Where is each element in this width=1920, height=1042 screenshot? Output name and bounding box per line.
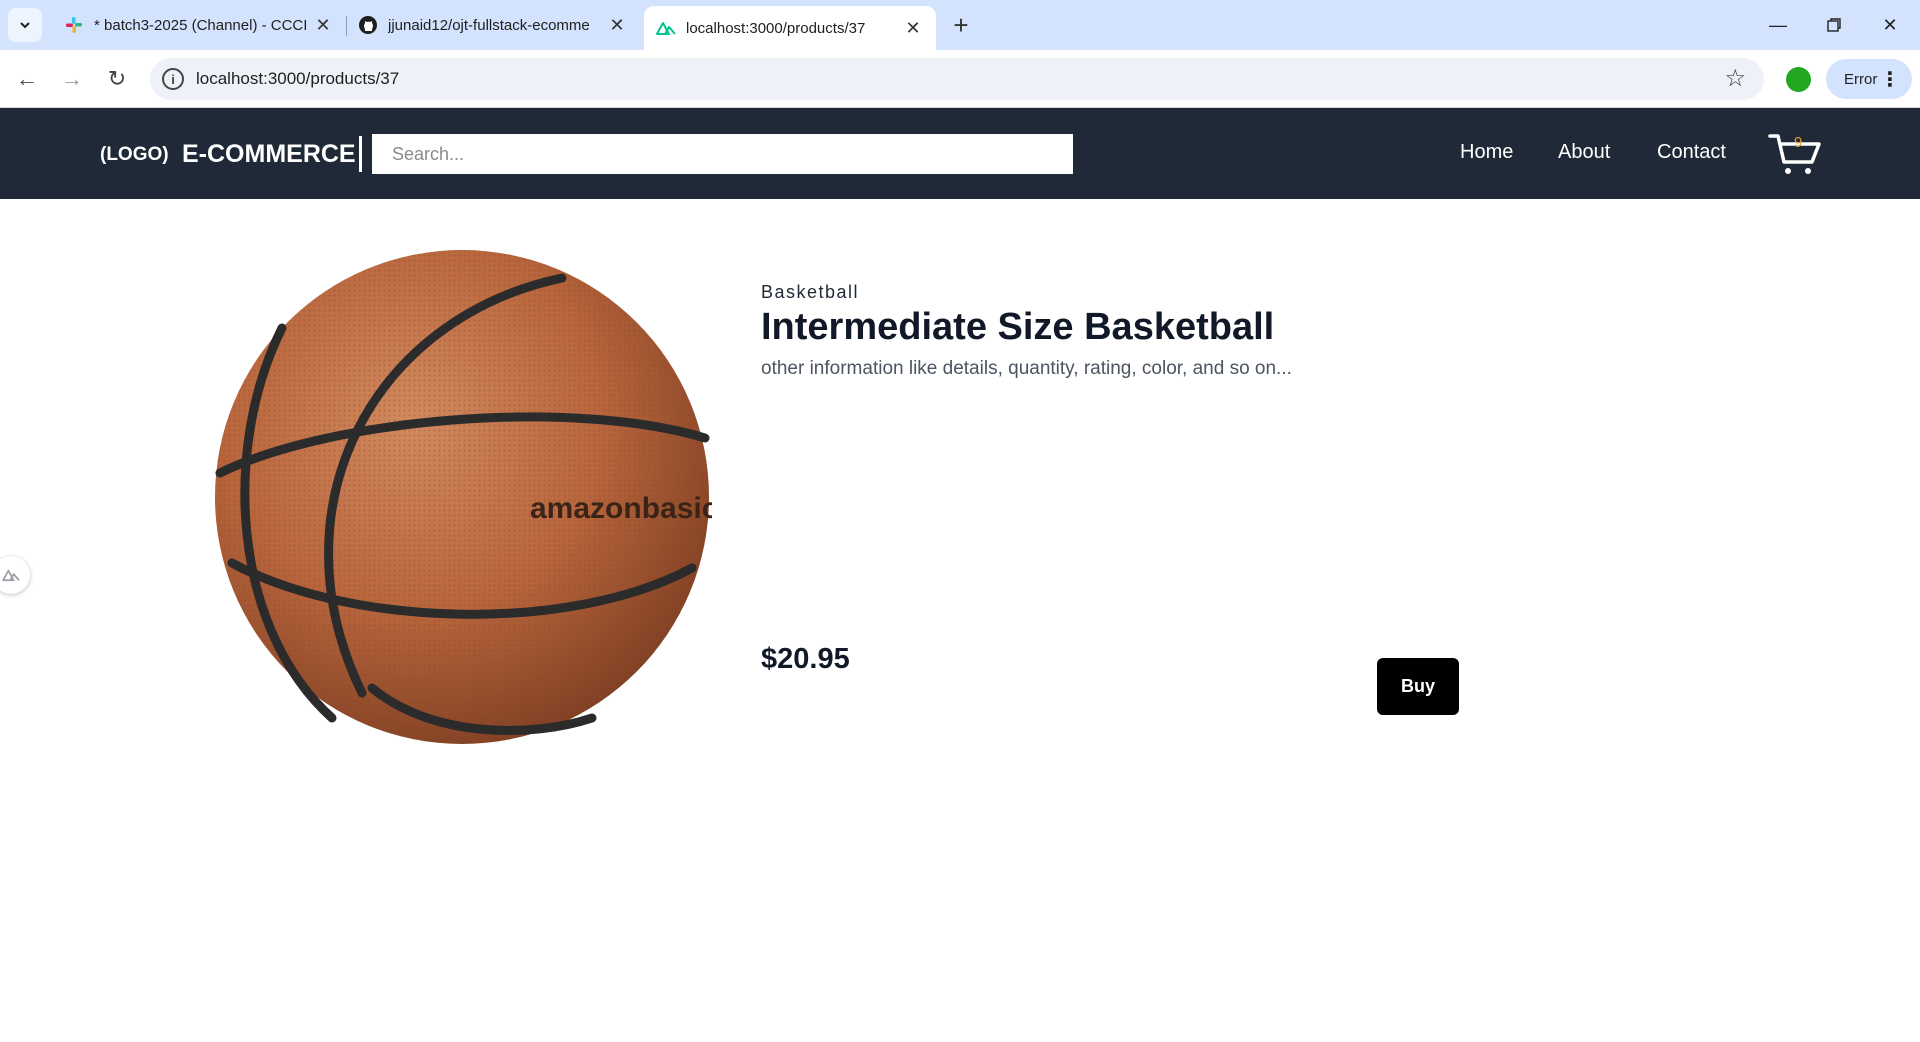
search-input[interactable] <box>372 134 1073 174</box>
product-description: other information like details, quantity… <box>761 358 1292 379</box>
tab-strip: * batch3-2025 (Channel) - CCCI ✕ jjunaid… <box>0 0 1920 50</box>
product-image: amazonbasics <box>215 250 712 744</box>
site-header: (LOGO) E-COMMERCE Home About Contact 9 <box>0 108 1920 199</box>
reload-button[interactable]: ↻ <box>100 62 134 96</box>
buy-button[interactable]: Buy <box>1377 658 1459 715</box>
address-url[interactable]: localhost:3000/products/37 <box>196 69 399 89</box>
reload-icon: ↻ <box>107 66 127 91</box>
header-divider <box>359 136 362 172</box>
nav-about[interactable]: About <box>1558 141 1610 164</box>
plus-icon: + <box>953 9 969 40</box>
arrow-left-icon: ← <box>16 66 38 91</box>
product-category: Basketball <box>761 282 860 302</box>
profile-error-label: Error <box>1844 70 1878 88</box>
product-image-brand: amazonbasics <box>530 492 712 525</box>
chevron-down-icon <box>20 22 30 29</box>
tab-title: * batch3-2025 (Channel) - CCCI <box>94 16 308 34</box>
more-menu-icon[interactable]: ⋮ <box>1880 67 1900 92</box>
minimize-button[interactable]: — <box>1750 0 1806 50</box>
site-logo[interactable]: (LOGO) <box>100 144 169 166</box>
github-icon <box>358 15 378 35</box>
tab-slack[interactable]: * batch3-2025 (Channel) - CCCI ✕ <box>52 8 346 42</box>
star-icon[interactable]: ☆ <box>1724 64 1746 93</box>
product-name: Intermediate Size Basketball <box>761 306 1275 348</box>
new-tab-button[interactable]: + <box>946 10 976 40</box>
tab-github[interactable]: jjunaid12/ojt-fullstack-ecomme ✕ <box>346 8 640 42</box>
close-icon[interactable]: ✕ <box>902 17 924 39</box>
restore-icon <box>1827 18 1841 32</box>
cart-count-badge: 9 <box>1794 134 1803 151</box>
close-icon[interactable]: ✕ <box>312 14 334 36</box>
info-icon[interactable]: i <box>162 68 184 90</box>
site-brand[interactable]: E-COMMERCE <box>182 140 356 169</box>
restore-button[interactable] <box>1806 0 1862 50</box>
arrow-right-icon: → <box>61 66 83 91</box>
close-icon: ✕ <box>1882 14 1898 35</box>
browser-toolbar: ← → ↻ i localhost:3000/products/37 ☆ Err… <box>0 50 1920 108</box>
back-button[interactable]: ← <box>10 62 44 96</box>
nav-contact[interactable]: Contact <box>1657 141 1726 164</box>
forward-button[interactable]: → <box>55 62 89 96</box>
devtools-toggle[interactable] <box>0 556 30 594</box>
profile-avatar[interactable] <box>1786 67 1811 92</box>
tab-search-button[interactable] <box>8 8 42 42</box>
slack-icon <box>64 15 84 35</box>
tab-localhost[interactable]: localhost:3000/products/37 ✕ <box>644 6 936 50</box>
tab-title: localhost:3000/products/37 <box>686 19 866 37</box>
profile-error-button[interactable]: Error ⋮ <box>1826 59 1912 99</box>
product-price: $20.95 <box>761 643 850 675</box>
tab-title: jjunaid12/ojt-fullstack-ecomme <box>388 16 590 34</box>
nav-home[interactable]: Home <box>1460 141 1513 164</box>
close-window-button[interactable]: ✕ <box>1862 0 1918 50</box>
minimize-icon: — <box>1769 14 1787 35</box>
nuxt-icon <box>656 18 676 38</box>
close-icon[interactable]: ✕ <box>606 14 628 36</box>
address-bar[interactable]: i localhost:3000/products/37 ☆ <box>150 58 1764 100</box>
nuxt-icon <box>2 569 20 582</box>
